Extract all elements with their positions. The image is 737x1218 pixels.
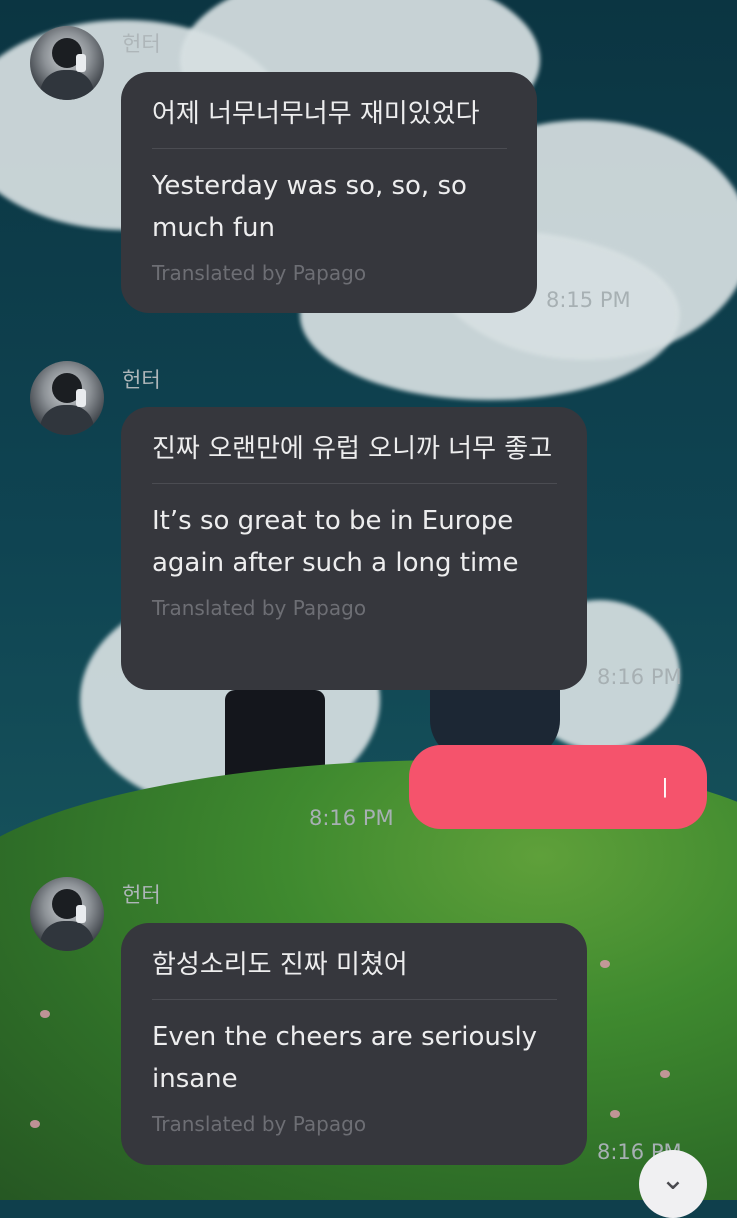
my-message-text: ㅣ — [654, 777, 675, 802]
sender-name: 헌터 — [122, 883, 161, 907]
original-text: 진짜 오랜만에 유럽 오니까 너무 좋고 — [152, 434, 553, 464]
divider — [152, 148, 507, 149]
avatar[interactable] — [30, 361, 104, 435]
original-text: 함성소리도 진짜 미쳤어 — [152, 950, 408, 980]
sender-name: 헌터 — [122, 368, 161, 392]
avatar[interactable] — [30, 26, 104, 100]
timestamp: 8:16 PM — [309, 806, 394, 830]
divider — [152, 999, 557, 1000]
timestamp: 8:15 PM — [546, 288, 631, 312]
avatar[interactable] — [30, 877, 104, 951]
translation-credit: Translated by Papago — [152, 596, 367, 620]
chevron-down-icon: ⌄ — [660, 1162, 686, 1197]
sender-name: 헌터 — [122, 32, 161, 56]
original-text: 어제 너무너무너무 재미있었다 — [152, 99, 480, 129]
divider — [152, 483, 557, 484]
timestamp: 8:16 PM — [597, 665, 682, 689]
message-bubble[interactable]: 어제 너무너무너무 재미있었다 Yesterday was so, so, so… — [121, 72, 537, 313]
my-message-bubble[interactable]: ㅣ — [409, 745, 707, 829]
message-bubble[interactable]: 함성소리도 진짜 미쳤어 Even the cheers are serious… — [121, 923, 587, 1165]
translation-credit: Translated by Papago — [152, 1112, 367, 1136]
translated-text: Yesterday was so, so, so much fun — [152, 171, 467, 243]
translated-text: Even the cheers are seriously insane — [152, 1022, 538, 1094]
translation-credit: Translated by Papago — [152, 261, 367, 285]
message-bubble[interactable]: 진짜 오랜만에 유럽 오니까 너무 좋고 It’s so great to be… — [121, 407, 587, 690]
scroll-to-bottom-button[interactable]: ⌄ — [639, 1150, 707, 1218]
translated-text: It’s so great to be in Europe again afte… — [152, 506, 519, 578]
